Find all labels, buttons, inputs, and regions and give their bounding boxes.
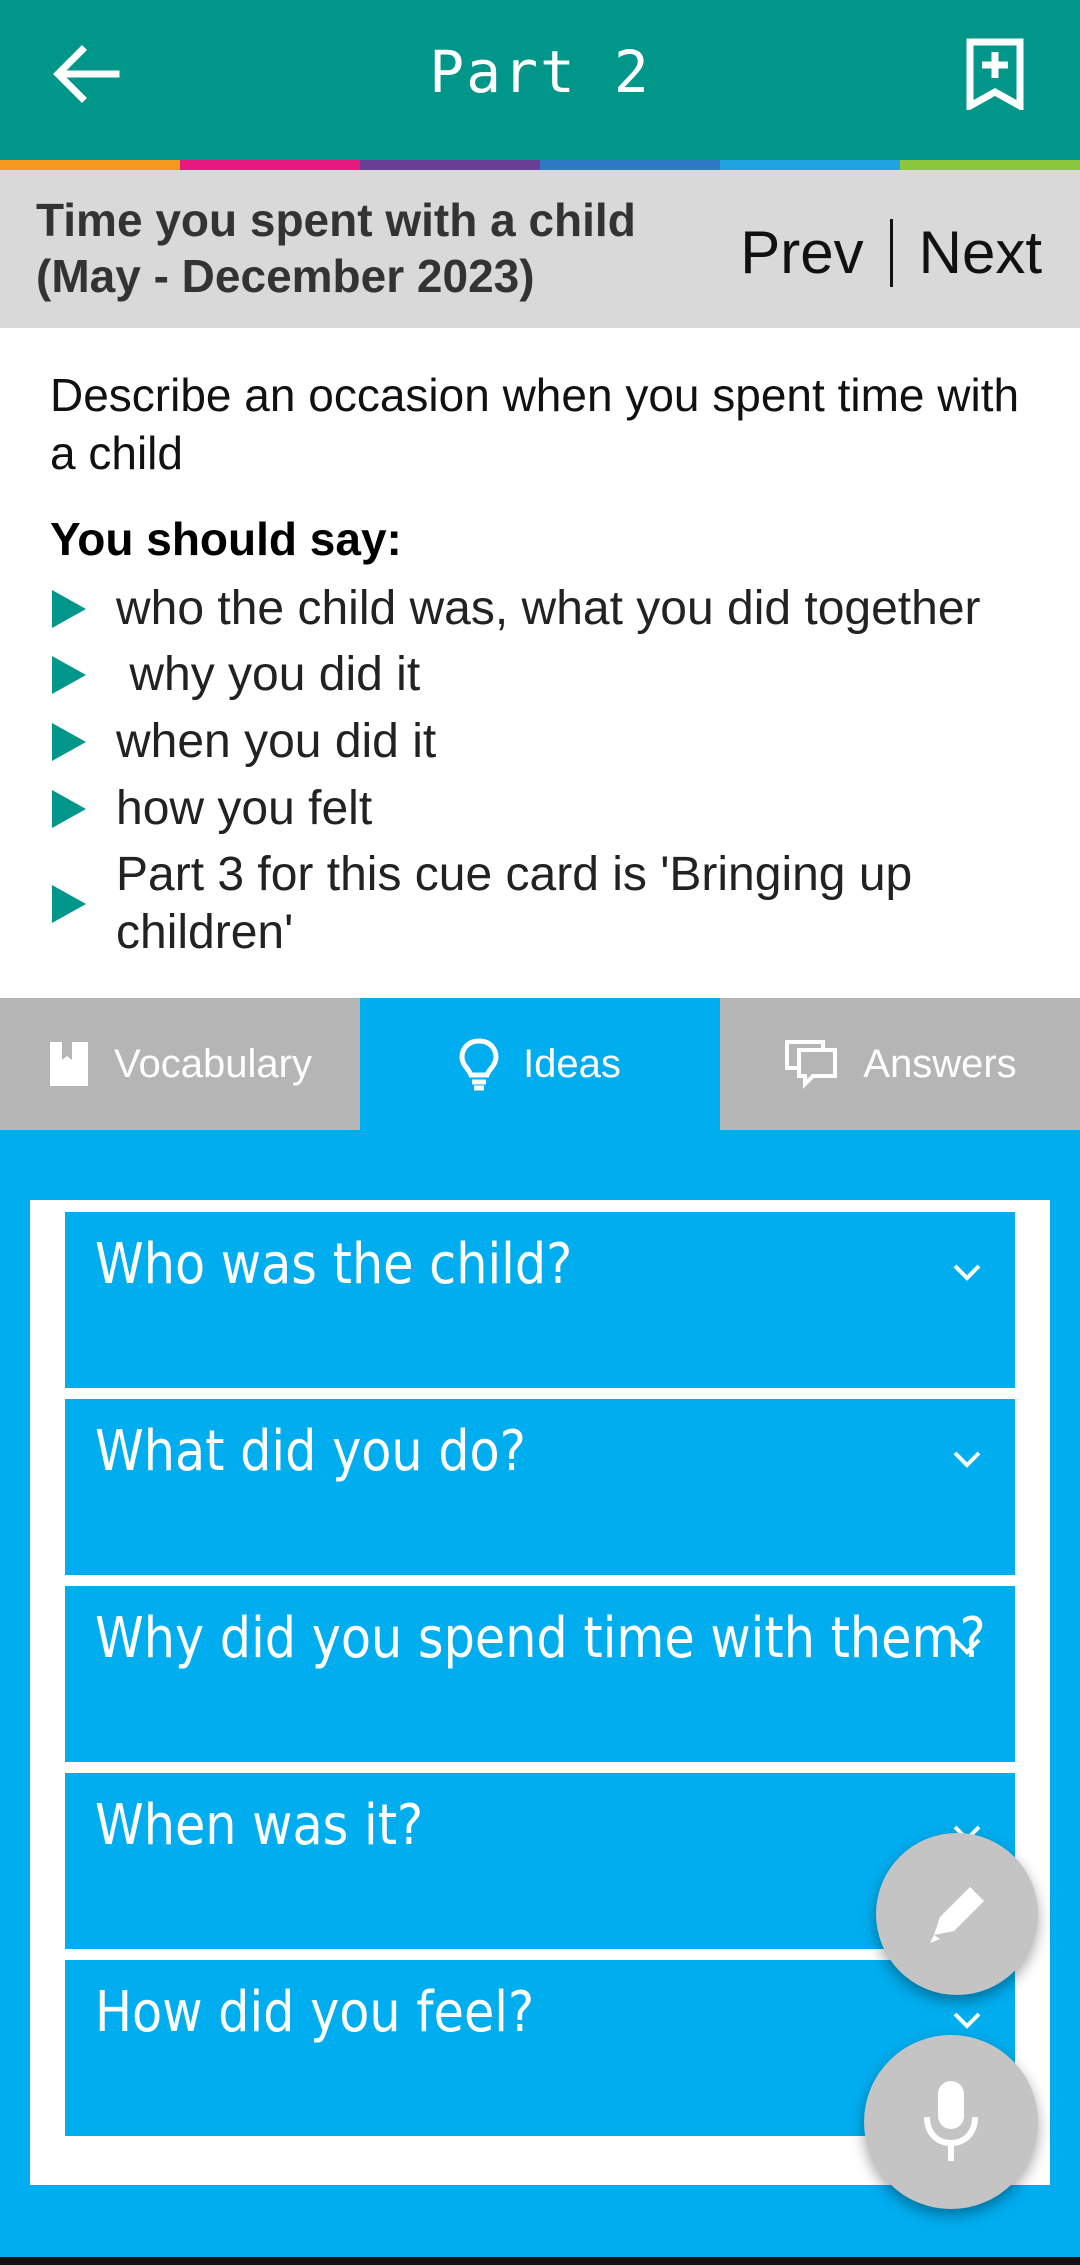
- stripe-segment: [540, 160, 720, 170]
- cue-card-description: Describe an occasion when you spent time…: [50, 369, 1020, 479]
- cue-bullet: Part 3 for this cue card is 'Bringing up…: [52, 846, 1012, 962]
- chat-icon: [783, 1038, 839, 1090]
- system-nav-bar: [0, 2257, 1080, 2265]
- triangle-bullet-icon: [52, 723, 86, 761]
- cue-bullet: how you felt: [52, 780, 372, 838]
- triangle-bullet-icon: [52, 590, 86, 628]
- accordion-question: How did you feel?: [95, 1980, 535, 2045]
- cue-bullet-text: when you did it: [116, 715, 437, 768]
- cue-bullet-text: how you felt: [116, 782, 373, 835]
- tab-bar: Vocabulary Ideas Answers: [0, 998, 1080, 1130]
- tab-label: Ideas: [523, 1041, 621, 1086]
- triangle-bullet-icon: [52, 790, 86, 828]
- topic-title-line2: (May - December 2023): [36, 250, 535, 302]
- ideas-panel: Who was the child? What did you do? Why …: [30, 1200, 1050, 2185]
- triangle-bullet-icon: [52, 885, 86, 923]
- accordion-item[interactable]: When was it?: [65, 1773, 1015, 1949]
- tab-answers[interactable]: Answers: [720, 998, 1080, 1130]
- cue-bullet-text: why you did it: [116, 648, 421, 701]
- book-icon: [48, 1040, 90, 1088]
- topic-nav: Prev Next: [740, 218, 1042, 287]
- lightbulb-icon: [459, 1037, 499, 1091]
- accordion-question: Who was the child?: [95, 1232, 573, 1297]
- cue-bullet: who the child was, what you did together: [52, 580, 981, 638]
- accordion-question: When was it?: [95, 1793, 424, 1858]
- cue-card: Describe an occasion when you spent time…: [0, 328, 1080, 998]
- accordion-item[interactable]: Who was the child?: [65, 1212, 1015, 1388]
- tab-label: Vocabulary: [114, 1041, 312, 1086]
- next-button[interactable]: Next: [919, 218, 1042, 287]
- tab-ideas[interactable]: Ideas: [360, 998, 720, 1130]
- tab-vocabulary[interactable]: Vocabulary: [0, 998, 360, 1130]
- nav-divider: [889, 218, 893, 287]
- microphone-fab-button[interactable]: [864, 2035, 1038, 2209]
- stripe-segment: [180, 160, 360, 170]
- page-title: Part 2: [429, 38, 651, 106]
- app-bar: Part 2: [0, 0, 1080, 160]
- accordion-question: Why did you spend time with them?: [95, 1606, 986, 1671]
- topic-title: Time you spent with a child (May - Decem…: [36, 192, 696, 304]
- cue-bullet-text: who the child was, what you did together: [116, 582, 981, 635]
- stripe-segment: [360, 160, 540, 170]
- cue-bullet: why you did it: [52, 646, 420, 704]
- stripe-segment: [720, 160, 900, 170]
- accordion-question: What did you do?: [95, 1419, 526, 1484]
- cue-bullet: when you did it: [52, 713, 436, 771]
- edit-fab-button[interactable]: [876, 1833, 1038, 1995]
- should-say-heading: You should say:: [50, 513, 402, 565]
- bookmark-plus-icon: [966, 38, 1024, 110]
- cue-bullet-text: Part 3 for this cue card is 'Bringing up…: [116, 848, 913, 959]
- chevron-down-icon: [953, 2012, 981, 2029]
- stripe-segment: [900, 160, 1080, 170]
- bookmark-add-button[interactable]: [960, 34, 1030, 114]
- topic-title-line1: Time you spent with a child: [36, 194, 636, 246]
- tab-label: Answers: [863, 1041, 1017, 1086]
- microphone-icon: [924, 2081, 978, 2161]
- prev-button[interactable]: Prev: [740, 218, 863, 287]
- accordion-item[interactable]: Why did you spend time with them?: [65, 1586, 1015, 1762]
- chevron-down-icon: [953, 1264, 981, 1281]
- triangle-bullet-icon: [52, 656, 86, 694]
- chevron-down-icon: [953, 1638, 981, 1655]
- stripe-segment: [0, 160, 180, 170]
- topic-header: Time you spent with a child (May - Decem…: [0, 170, 1080, 328]
- accordion-item[interactable]: What did you do?: [65, 1399, 1015, 1575]
- color-stripe: [0, 160, 1080, 170]
- chevron-down-icon: [953, 1451, 981, 1468]
- pencil-icon: [930, 1887, 984, 1943]
